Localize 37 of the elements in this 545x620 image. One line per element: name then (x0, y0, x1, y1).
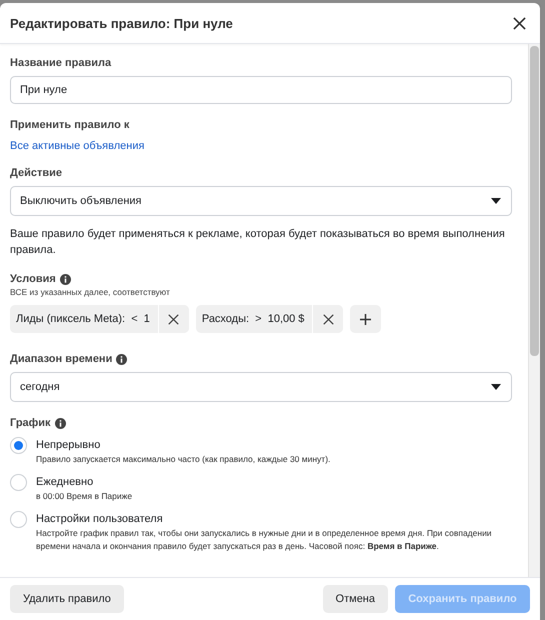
close-icon (168, 314, 180, 324)
option-description: Правило запускается максимально часто (как правило, каждые 30 минут). (36, 453, 330, 466)
cancel-button[interactable]: Отмена (322, 585, 388, 613)
field-label: Действие (10, 167, 63, 179)
radio-button[interactable] (10, 474, 27, 491)
option-description: в 00:00 Время в Париже (36, 490, 132, 503)
info-icon[interactable] (116, 354, 128, 364)
info-icon[interactable] (54, 418, 66, 428)
option-label: Ежедневно (36, 475, 94, 490)
rule-name-field[interactable]: При нуле (10, 76, 512, 104)
radio-button[interactable] (10, 511, 27, 528)
plus-icon (360, 314, 372, 324)
add-condition-button[interactable] (350, 305, 382, 333)
dialog-title: Редактировать правило: При нуле (10, 16, 233, 30)
field-label: Название правила (10, 57, 112, 69)
action-note: Ваше правило будет применяться к рекламе, которая будет показываться во время выполнения правила. (10, 227, 506, 258)
caret-icon (491, 198, 501, 204)
field-label: Применить правило к (10, 119, 130, 131)
field-label: Диапазон времени (10, 353, 112, 365)
field-label: Условия (10, 273, 56, 285)
close-icon (322, 314, 334, 324)
scrollbar[interactable] (528, 44, 540, 577)
option-label: Настройки пользователя (36, 512, 164, 527)
ads-link[interactable]: Все активные объявления (10, 140, 512, 152)
option-label: Непрерывно (36, 438, 102, 453)
delete-button[interactable]: Удалить правило (10, 585, 124, 613)
remove-condition-button[interactable] (312, 305, 344, 333)
radio-button[interactable] (10, 437, 27, 454)
option-description: Настройте график правил так, чтобы они запускались в нужные дни и в определенное время дня. При совпадении времени начала и окончания правило будет запускаться раз в день. Часовой пояс: Время в Париже. (36, 527, 493, 553)
time-range-dropdown[interactable]: сегодня (10, 372, 512, 402)
field-label: График (10, 417, 51, 429)
remove-condition-button[interactable] (158, 305, 189, 333)
action-dropdown[interactable]: Выключить объявления (10, 186, 512, 216)
caret-icon (491, 384, 501, 390)
conditions-subtitle: ВСЕ из указанных далее, соответствуют (10, 287, 171, 297)
close-icon[interactable] (513, 16, 526, 30)
info-icon[interactable] (60, 274, 71, 284)
